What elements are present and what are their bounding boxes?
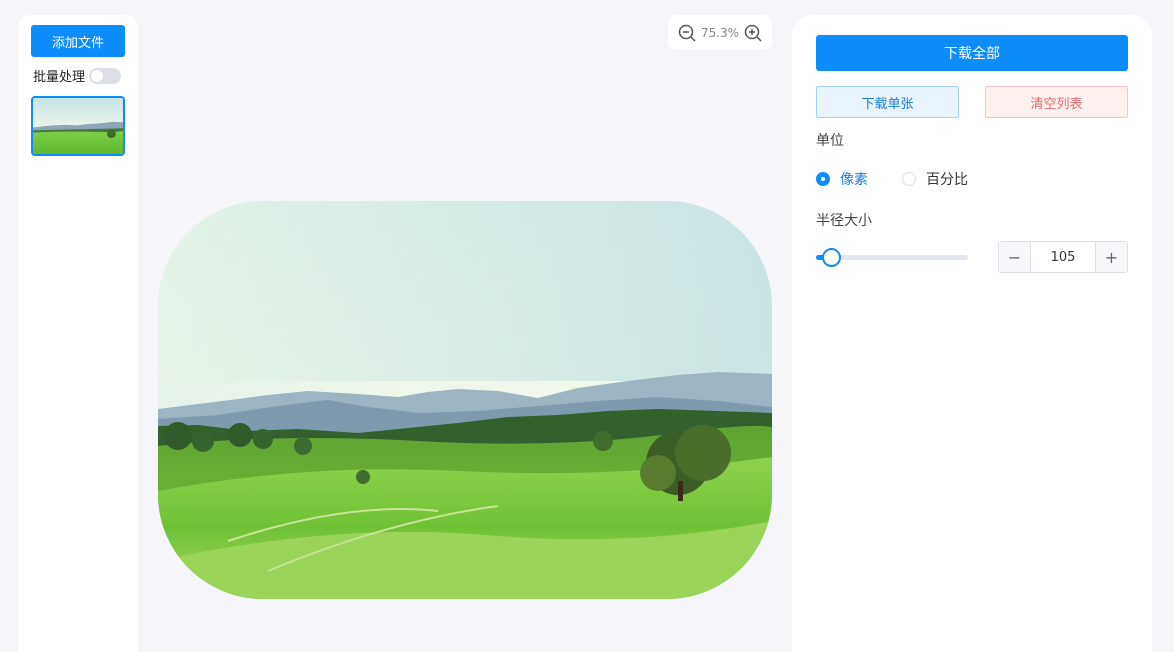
landscape-preview-image <box>158 201 772 599</box>
radius-slider[interactable] <box>816 247 968 267</box>
batch-process-row: 批量处理 <box>33 66 122 85</box>
settings-panel: 下载全部 下载单张 清空列表 单位 像素 百分比 半径大小 − + <box>792 15 1152 652</box>
zoom-level: 75.3% <box>700 25 740 40</box>
batch-process-toggle[interactable] <box>89 67 122 84</box>
unit-option-pixel[interactable]: 像素 <box>816 169 868 189</box>
unit-label: 单位 <box>816 133 844 149</box>
unit-option-percent-label: 百分比 <box>926 172 968 188</box>
decrease-button[interactable]: − <box>999 242 1031 272</box>
increase-button[interactable]: + <box>1095 242 1127 272</box>
batch-process-label: 批量处理 <box>33 70 86 85</box>
radius-input[interactable] <box>1031 242 1095 272</box>
unit-option-pixel-label: 像素 <box>840 172 868 188</box>
download-all-button[interactable]: 下载全部 <box>816 35 1128 71</box>
image-preview <box>158 201 772 599</box>
radius-label: 半径大小 <box>816 213 872 229</box>
unit-option-percent[interactable]: 百分比 <box>902 169 968 189</box>
radio-checked-icon <box>816 172 830 186</box>
image-thumbnail[interactable] <box>31 96 125 156</box>
radio-unchecked-icon <box>902 172 916 186</box>
zoom-in-icon[interactable] <box>743 23 763 43</box>
zoom-out-icon[interactable] <box>677 23 697 43</box>
download-single-button[interactable]: 下载单张 <box>816 86 959 118</box>
add-file-button[interactable]: 添加文件 <box>31 25 125 57</box>
landscape-thumbnail-image <box>33 98 123 154</box>
radius-stepper: − + <box>998 241 1128 273</box>
file-sidebar: 添加文件 批量处理 <box>18 15 138 652</box>
slider-handle[interactable] <box>822 248 841 267</box>
unit-radio-group: 像素 百分比 <box>816 169 968 189</box>
zoom-control: 75.3% <box>668 15 772 50</box>
clear-list-button[interactable]: 清空列表 <box>985 86 1128 118</box>
